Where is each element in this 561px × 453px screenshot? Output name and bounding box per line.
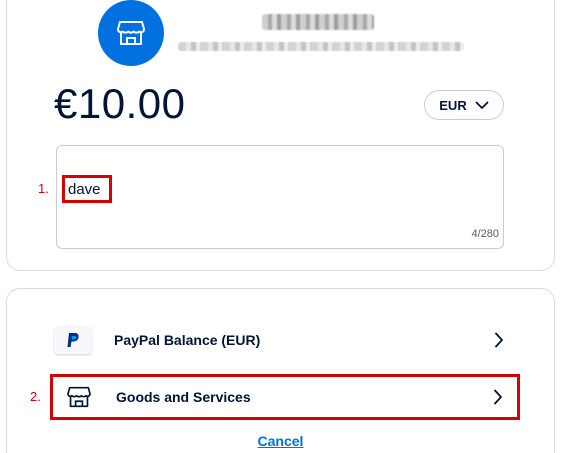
method-row-goods-and-services[interactable]: Goods and Services — [50, 374, 520, 420]
storefront-icon — [67, 386, 91, 408]
recipient-name-redacted — [262, 14, 374, 30]
method-label-goods-and-services: Goods and Services — [116, 389, 251, 405]
cancel-link[interactable]: Cancel — [0, 433, 561, 449]
method-row-paypal-balance[interactable]: PayPal Balance (EUR) — [50, 318, 520, 362]
step-annotation-1: 1. — [38, 181, 49, 196]
payment-methods-card — [6, 288, 555, 453]
merchant-avatar — [98, 0, 164, 66]
chevron-right-icon — [495, 332, 503, 348]
currency-selector[interactable]: EUR — [424, 90, 504, 120]
storefront-icon — [117, 21, 145, 45]
note-text-highlight[interactable]: dave — [62, 175, 112, 203]
amount-display[interactable]: €10.00 — [54, 80, 185, 128]
recipient-email-redacted — [178, 42, 464, 51]
note-character-counter: 4/280 — [471, 228, 499, 240]
chevron-right-icon — [494, 389, 502, 405]
note-textarea[interactable] — [56, 145, 504, 249]
currency-label: EUR — [439, 97, 467, 113]
paypal-icon — [54, 326, 92, 354]
step-annotation-2: 2. — [30, 389, 41, 404]
method-label-paypal-balance: PayPal Balance (EUR) — [114, 332, 261, 348]
chevron-down-icon — [475, 101, 489, 109]
